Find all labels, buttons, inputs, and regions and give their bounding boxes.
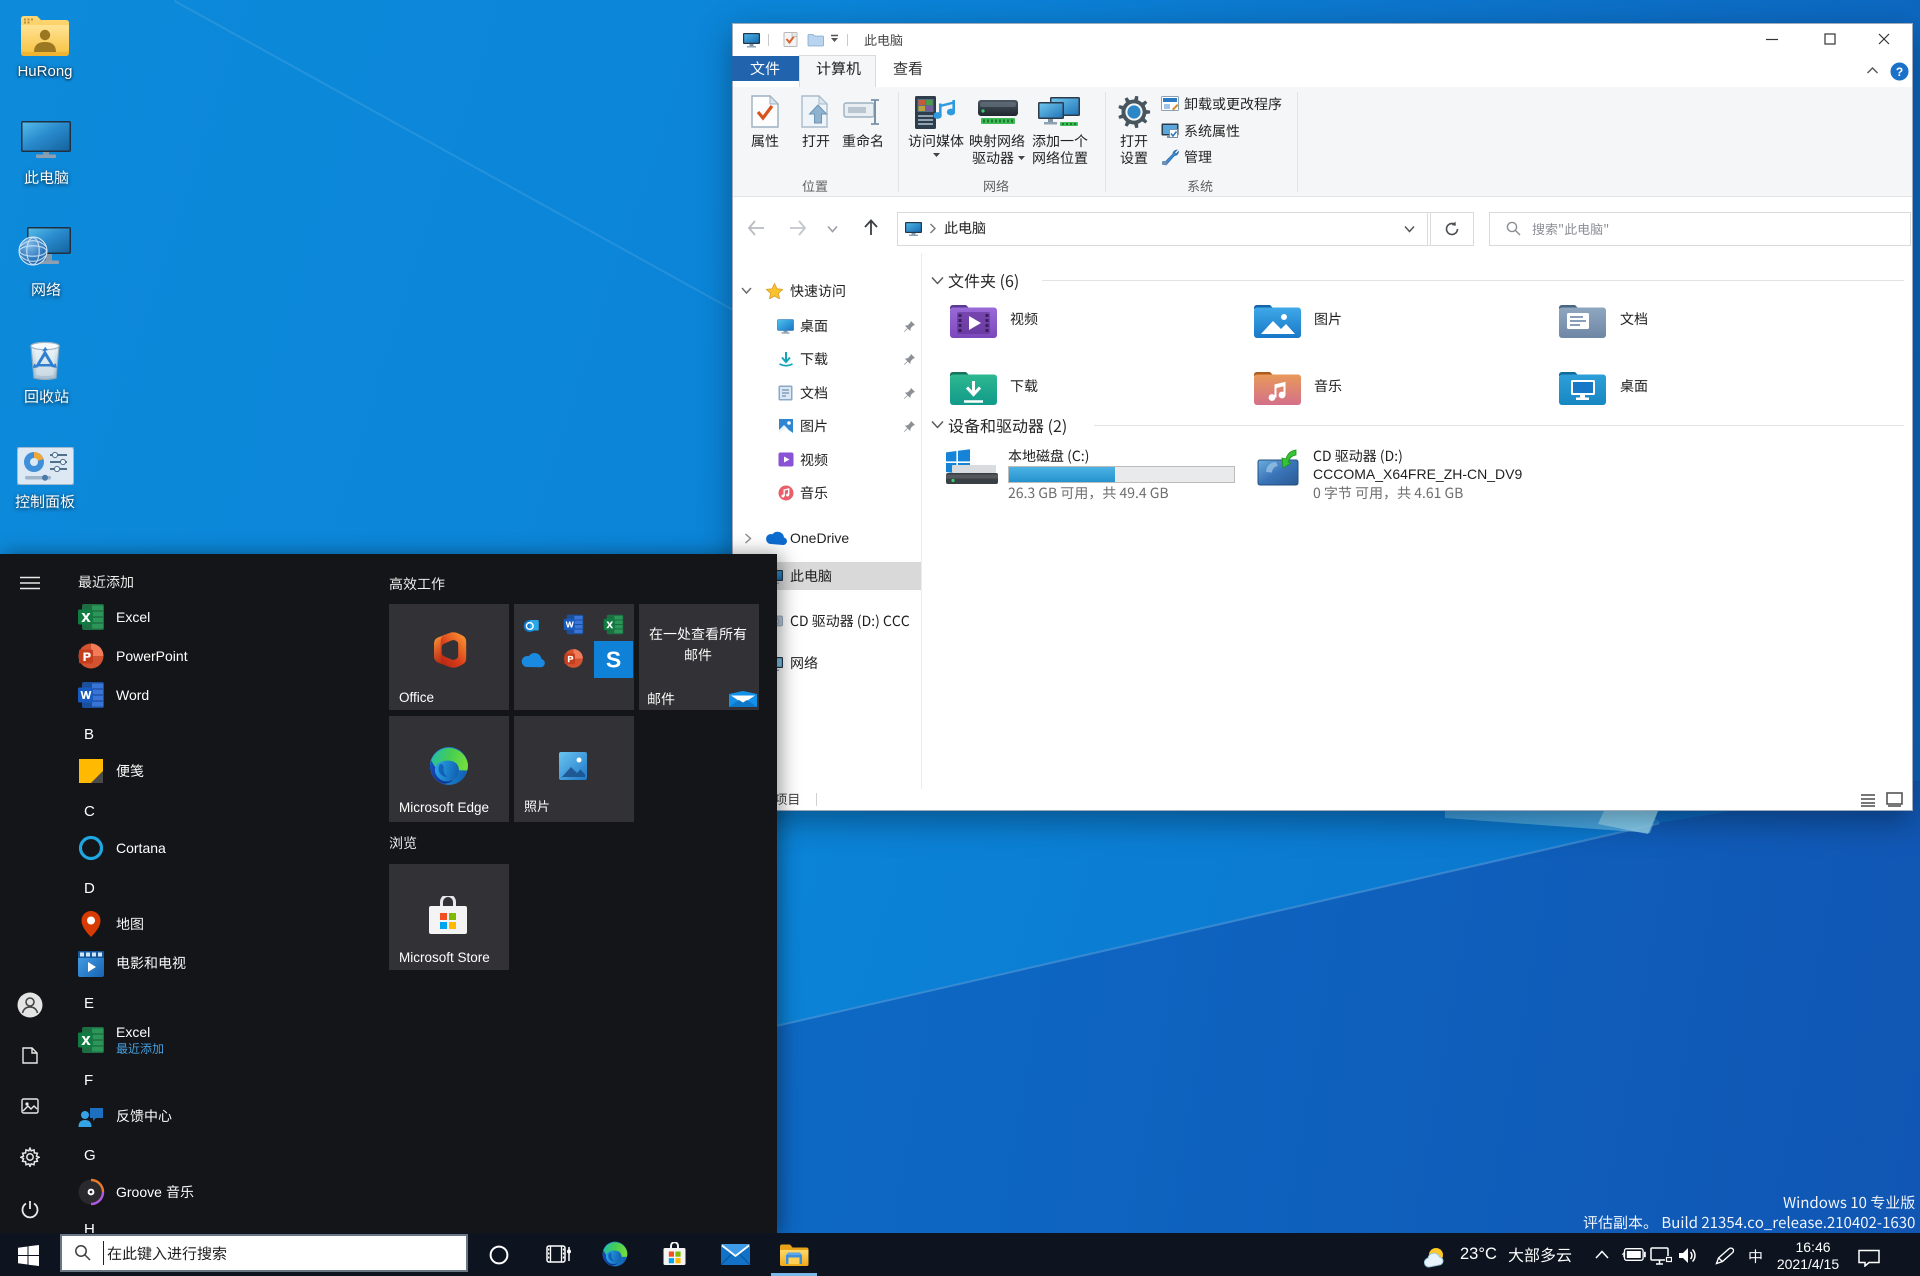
svg-text:?: ? — [1896, 65, 1903, 79]
svg-text:S: S — [606, 647, 621, 673]
